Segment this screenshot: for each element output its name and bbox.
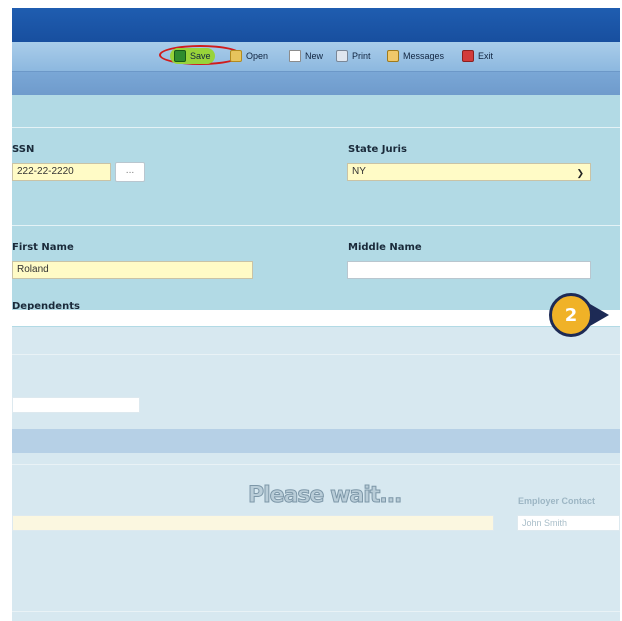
ssn-lookup-button[interactable]: ... — [115, 162, 145, 182]
loading-overlay — [12, 327, 620, 621]
divider — [12, 464, 620, 465]
middle-name-field[interactable] — [347, 261, 591, 279]
ssn-label: SSN — [12, 144, 35, 155]
save-icon — [174, 50, 186, 62]
print-button[interactable]: Print — [336, 48, 371, 64]
exit-button[interactable]: Exit — [462, 48, 493, 64]
chevron-down-icon: ❯ — [576, 168, 584, 178]
faded-field — [12, 397, 140, 413]
first-name-label: First Name — [12, 242, 74, 253]
first-name-field[interactable]: Roland — [12, 261, 253, 279]
faded-section-bar — [12, 429, 620, 453]
new-label: New — [305, 51, 324, 61]
divider — [12, 127, 620, 128]
printer-icon — [336, 50, 348, 62]
title-bar — [12, 8, 620, 42]
section-header-bar — [12, 72, 620, 95]
print-label: Print — [352, 51, 371, 61]
save-label: Save — [190, 51, 211, 61]
new-document-icon — [289, 50, 301, 62]
toolbar: Save Open New Print Messages Exit — [12, 42, 620, 72]
messages-button[interactable]: Messages — [387, 48, 444, 64]
save-button[interactable]: Save — [170, 48, 215, 64]
folder-icon — [230, 50, 242, 62]
divider — [12, 225, 620, 226]
state-juris-select[interactable]: NY ❯ — [347, 163, 591, 181]
messages-icon — [387, 50, 399, 62]
middle-name-label: Middle Name — [348, 242, 422, 253]
state-juris-label: State Juris — [348, 144, 407, 155]
divider — [12, 354, 620, 355]
employer-contact-value: John Smith — [522, 518, 568, 528]
employer-contact-label: Employer Contact — [518, 496, 596, 506]
exit-label: Exit — [478, 51, 494, 61]
messages-label: Messages — [403, 51, 445, 61]
faded-field — [12, 515, 494, 531]
state-juris-value: NY — [352, 166, 366, 177]
divider — [12, 611, 620, 612]
open-label: Open — [246, 51, 269, 61]
step-number-badge: 2 — [549, 293, 593, 337]
form-panel — [12, 95, 620, 327]
ssn-field[interactable]: 222-22-2220 — [12, 163, 111, 181]
exit-icon — [462, 50, 474, 62]
new-button[interactable]: New — [289, 48, 323, 64]
please-wait-text: Please wait... — [247, 483, 402, 509]
open-button[interactable]: Open — [230, 48, 268, 64]
callout-strip — [0, 310, 622, 326]
